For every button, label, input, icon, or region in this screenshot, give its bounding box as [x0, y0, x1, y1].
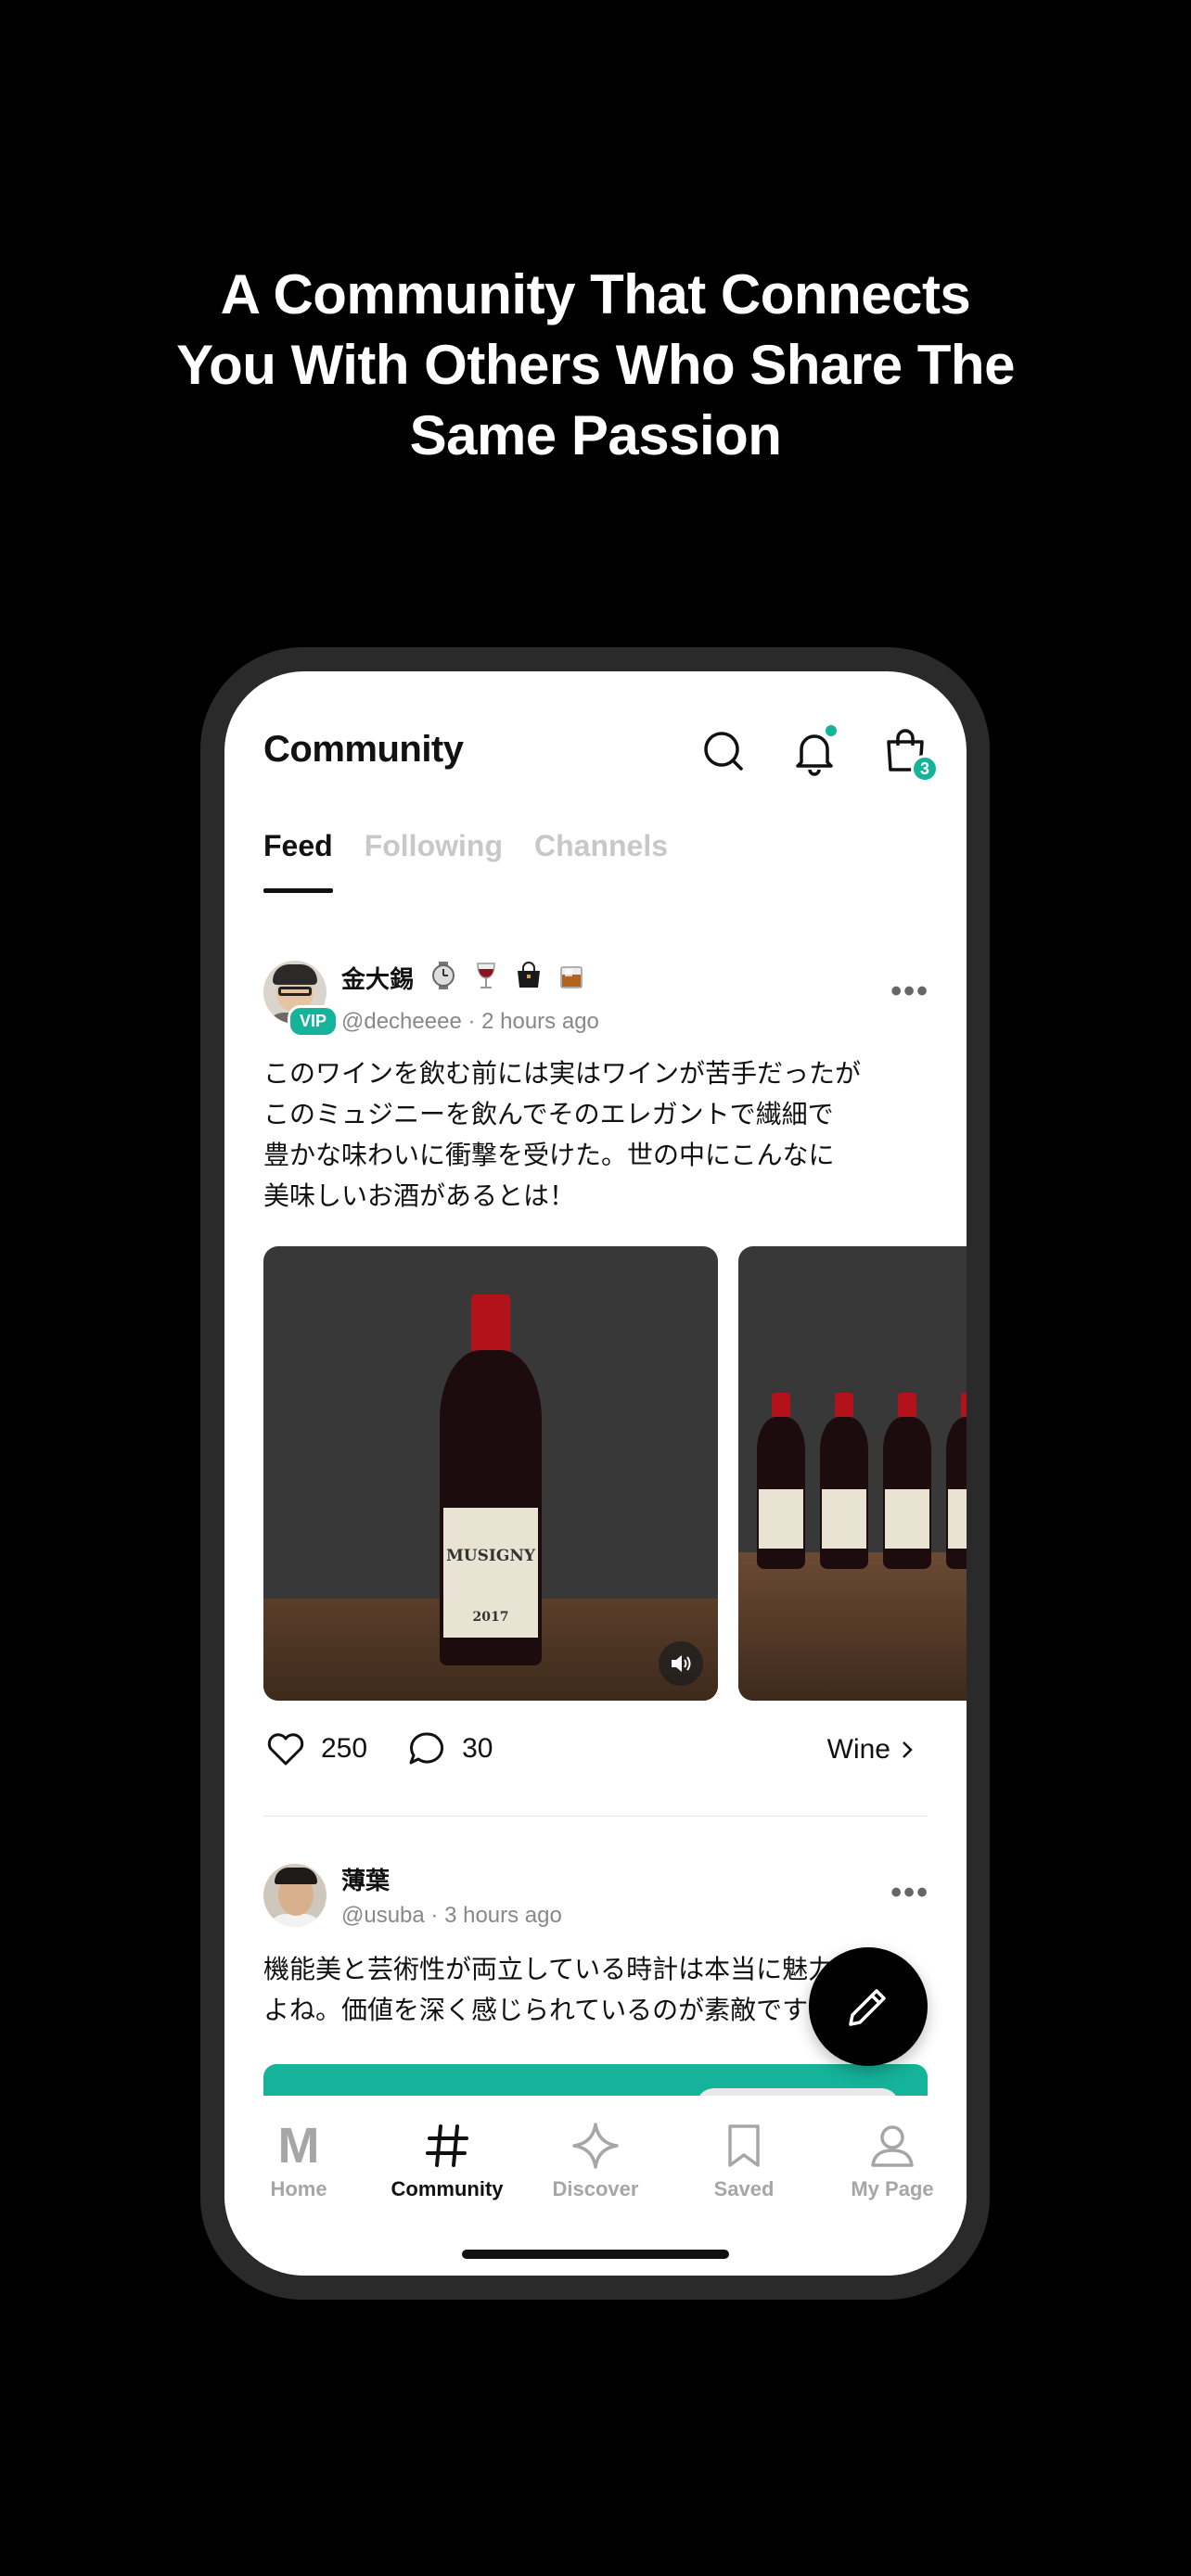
page-title: Community [263, 729, 464, 770]
shopping-bag-icon[interactable]: 3 [879, 725, 939, 783]
headline: A Community That Connects You With Other… [0, 260, 1191, 471]
post-text-line: 豊かな味わいに衝撃を受けた。世の中にこんなに [263, 1140, 835, 1170]
post-username[interactable]: 薄葉 [341, 1862, 390, 1896]
wine-glass-icon [469, 959, 503, 992]
sparkle-icon [572, 2123, 619, 2169]
bottle-vintage: 2017 [472, 1610, 509, 1625]
like-button[interactable]: 250 [263, 1727, 367, 1771]
nav-home[interactable]: M Home [234, 2118, 364, 2201]
handbag-icon [512, 959, 545, 992]
user-badges [427, 959, 588, 992]
person-icon [871, 2125, 914, 2167]
nav-label: Home [270, 2177, 327, 2200]
divider [263, 1816, 928, 1817]
nav-community[interactable]: Community [382, 2118, 512, 2201]
headline-line-1: A Community That Connects [220, 263, 971, 325]
bottom-navigation: M Home Community Discover Saved My Page [224, 2096, 967, 2276]
watch-icon [427, 959, 460, 992]
comment-button[interactable]: 30 [404, 1727, 493, 1771]
post-meta: @decheeee · 2 hours ago [341, 1009, 599, 1034]
post-body: 機能美と芸術性が両立している時計は本当に魅力です よね。価値を深く感じられている… [263, 1949, 886, 2031]
m-logo-icon: M [277, 2118, 320, 2174]
comment-count: 30 [462, 1733, 493, 1764]
pencil-icon [849, 1989, 886, 2026]
nav-discover[interactable]: Discover [531, 2118, 660, 2201]
vip-badge: VIP [288, 1005, 339, 1038]
cart-count-badge: 3 [911, 755, 939, 783]
channel-link[interactable]: Wine [827, 1734, 916, 1766]
nav-label: Discover [552, 2177, 639, 2200]
post-text-line: 機能美と芸術性が両立している時計は本当に魅力です [263, 1954, 887, 1984]
channel-label: Wine [826, 1734, 890, 1765]
post-actions: 250 30 [263, 1727, 530, 1771]
whisky-icon [555, 959, 588, 992]
more-options-icon[interactable]: ••• [890, 974, 929, 1010]
nav-my-page[interactable]: My Page [827, 2118, 957, 2201]
post-photo-wine-bottle[interactable]: MUSIGNY 2017 [263, 1246, 718, 1701]
comment-icon [409, 1732, 444, 1765]
heart-icon [267, 1733, 304, 1766]
headline-line-2: You With Others Who Share The [176, 334, 1015, 396]
post-text-line: よね。価値を深く感じられているのが素敵です [263, 1995, 809, 2025]
more-options-icon[interactable]: ••• [890, 1875, 929, 1911]
tab-bar: Feed Following Channels [263, 829, 668, 893]
post-meta: @usuba · 3 hours ago [341, 1903, 562, 1928]
bottle-label-text: MUSIGNY [445, 1547, 536, 1565]
hash-icon [426, 2124, 468, 2167]
post-text-line: 美味しいお酒があるとは！ [263, 1180, 576, 1211]
home-indicator [462, 2250, 729, 2259]
app-screen: Community 3 Feed Following Channels VIP … [224, 671, 967, 2276]
tab-feed[interactable]: Feed [263, 829, 333, 893]
post-text-line: このワインを飲む前には実はワインが苦手だったが [263, 1058, 862, 1089]
post-text-line: このミュジニーを飲んでそのエレガントで繊細で [263, 1099, 834, 1129]
bookmark-icon [728, 2124, 760, 2167]
sound-icon[interactable] [659, 1641, 703, 1686]
post-username[interactable]: 金大錫 [341, 961, 414, 995]
post-photo-wine-bottles-row[interactable] [738, 1246, 967, 1701]
notification-dot [826, 725, 837, 736]
nav-label: Saved [713, 2177, 775, 2200]
compose-button[interactable] [809, 1947, 928, 2066]
wine-bottle: MUSIGNY 2017 [440, 1294, 542, 1665]
nav-label: Community [391, 2177, 504, 2200]
nav-saved[interactable]: Saved [679, 2118, 809, 2201]
bell-icon[interactable] [788, 725, 840, 777]
search-icon[interactable] [698, 725, 749, 777]
avatar[interactable] [263, 1864, 327, 1927]
tab-channels[interactable]: Channels [534, 829, 668, 893]
headline-line-3: Same Passion [409, 404, 782, 466]
nav-label: My Page [851, 2177, 934, 2200]
like-count: 250 [321, 1733, 368, 1764]
tab-following[interactable]: Following [365, 829, 503, 893]
chevron-right-icon [903, 1741, 913, 1758]
post-body: このワインを飲む前には実はワインが苦手だったが このミュジニーを飲んでそのエレガ… [263, 1053, 861, 1217]
